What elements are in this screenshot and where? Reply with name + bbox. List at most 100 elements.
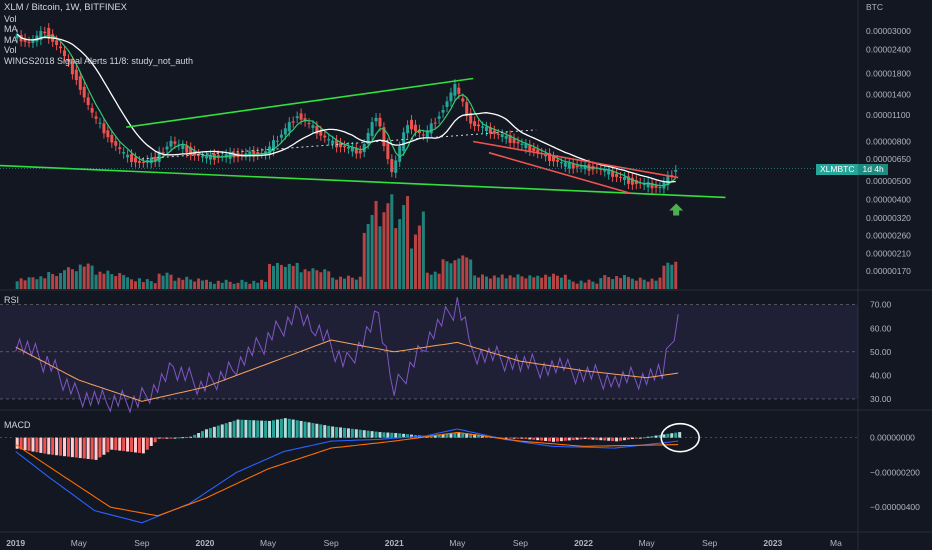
volume-bar [500,274,504,289]
macd-histogram-bar [169,437,173,439]
macd-tick-label: 0.00000000 [870,433,915,443]
volume-bar [51,274,55,289]
macd-histogram-bar [252,420,256,438]
volume-bar [354,279,358,289]
candle-body [165,146,169,150]
macd-histogram-bar [102,437,106,455]
candle-body [441,109,445,113]
macd-histogram-bar [654,435,658,438]
price-tick-label: 0.00000500 [866,176,911,186]
volume-bar [165,272,169,289]
candle-body [390,159,394,173]
macd-histogram-bar [291,419,295,438]
volume-bar [287,263,291,289]
volume-bar [559,277,563,289]
macd-histogram-bar [118,437,122,451]
volume-bar [350,277,354,289]
macd-histogram-bar [31,437,35,452]
macd-histogram-bar [299,420,303,438]
candle-body [346,146,350,149]
candle-body [291,121,295,123]
time-tick-label: 2022 [574,538,593,548]
volume-bar [256,282,260,289]
rsi-tick-label: 70.00 [870,300,892,310]
volume-bar [268,263,272,289]
candle-body [110,134,114,143]
candle-body [622,176,626,180]
volume-bar [563,274,567,289]
candle-body [102,123,106,134]
macd-histogram-bar [559,437,563,442]
volume-bar [240,279,244,289]
candle-body [169,140,173,147]
macd-histogram-bar [607,437,611,441]
volume-bar [520,276,524,289]
candle-body [496,133,500,135]
macd-histogram-bar [15,437,19,449]
macd-histogram-bar [189,436,193,438]
candle-body [283,128,287,135]
chart-title: XLM / Bitcoin, 1W, BITFINEX [4,2,128,13]
last-price-badge: XLMBTC 1d 4h [816,164,888,175]
candle-body [516,141,520,144]
candle-body [201,156,205,158]
candle-body [74,69,78,80]
macd-histogram-bar [390,432,394,438]
macd-histogram-bar [106,437,110,453]
macd-histogram-bar [149,437,153,446]
candle-body [90,108,94,113]
macd-histogram-bar [339,427,343,438]
volume-bar [43,278,47,289]
candle-body [185,145,189,153]
volume-bar [315,270,319,289]
volume-bar [236,282,240,289]
candle-body [173,141,177,144]
candle-body [118,147,122,149]
volume-bar [193,281,197,289]
candle-body [106,130,110,138]
volume-bar [413,234,417,289]
candle-body [619,176,623,178]
legend: XLM / Bitcoin, 1W, BITFINEX Vol MA MA Vo… [4,2,193,66]
volume-bar [23,280,27,289]
candle-body [504,135,508,139]
volume-bar [378,226,382,289]
volume-bar [544,274,548,289]
macd-histogram-bar [670,433,674,438]
macd-histogram-bar [366,430,370,438]
candle-body [137,160,141,163]
volume-bar [319,272,323,289]
volume-bar [197,278,201,289]
volume-bar [307,271,311,289]
macd-histogram-bar [595,437,599,440]
candle-body [445,101,449,107]
macd-histogram-bar [678,432,682,438]
macd-histogram-bar [283,418,287,438]
macd-histogram-bar [126,437,130,452]
price-tick-label: 0.00000800 [866,137,911,147]
time-tick-label: Sep [513,538,528,548]
chart-canvas[interactable]: BTC 0.00003000 0.00002400 0.00001800 0.00001… [0,0,932,550]
volume-bar [410,248,414,289]
volume-bar [358,276,362,289]
time-tick-label: May [71,538,88,548]
volume-bar [149,281,153,289]
candle-body [133,157,137,163]
macd-histogram-bar [279,418,283,438]
macd-histogram-bar [70,437,74,458]
volume-bar [137,278,141,289]
macd-histogram-bar [193,434,197,438]
volume-bar [567,279,571,289]
macd-histogram-bar [264,420,268,438]
volume-bar [208,281,212,289]
volume-bar [303,269,307,289]
macd-histogram-bar [82,437,86,459]
trendline [125,77,474,128]
macd-histogram-bar [378,432,382,438]
candle-body [457,87,461,94]
volume-bar [646,281,650,289]
macd-tick-label: −0.00000400 [870,502,920,512]
macd-histogram-bar [63,437,66,457]
macd-histogram-bar [630,437,634,440]
price-tick-label: 0.00001400 [866,90,911,100]
